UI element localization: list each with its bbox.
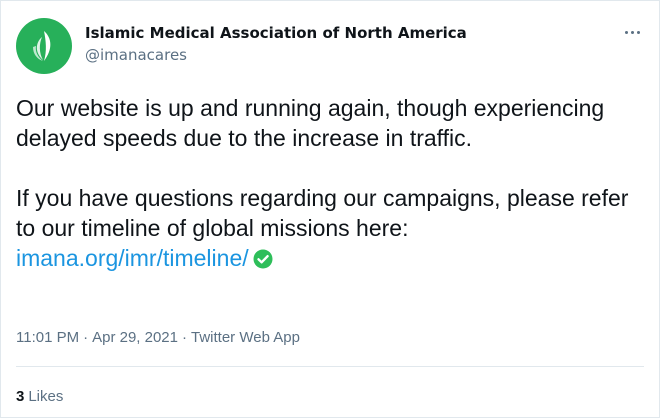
tweet-metadata: 11:01 PM · Apr 29, 2021 · Twitter Web App — [16, 328, 300, 348]
author-names: Islamic Medical Association of North Ame… — [85, 23, 467, 65]
avatar[interactable] — [16, 18, 72, 74]
imana-flame-logo-icon — [33, 31, 51, 61]
tweet-date[interactable]: Apr 29, 2021 — [92, 329, 178, 346]
likes-count: 3 — [16, 388, 25, 405]
author-display-name[interactable]: Islamic Medical Association of North Ame… — [85, 23, 467, 43]
tweet-text: Our website is up and running again, tho… — [16, 93, 651, 273]
author-handle[interactable]: @imanacares — [85, 45, 467, 65]
more-dot — [636, 30, 640, 34]
divider — [16, 366, 644, 367]
tweet-header: Islamic Medical Association of North Ame… — [16, 18, 644, 74]
tweet-paragraph-2: If you have questions regarding our camp… — [16, 183, 651, 273]
check-mark-button-icon — [253, 249, 273, 269]
tweet-time[interactable]: 11:01 PM — [16, 329, 79, 346]
tweet-paragraph-2-text: If you have questions regarding our camp… — [16, 185, 629, 241]
meta-separator: · — [182, 329, 187, 346]
meta-separator: · — [83, 329, 89, 346]
tweet-card: Islamic Medical Association of North Ame… — [0, 0, 660, 418]
likes-label: Likes — [28, 388, 64, 405]
tweet-source-app[interactable]: Twitter Web App — [191, 329, 300, 346]
more-options-icon[interactable] — [620, 22, 644, 42]
timeline-link[interactable]: imana.org/imr/timeline/ — [16, 245, 249, 271]
likes-stat[interactable]: 3 Likes — [16, 387, 63, 407]
more-dot — [624, 30, 628, 34]
more-dot — [630, 30, 634, 34]
tweet-paragraph-1: Our website is up and running again, tho… — [16, 95, 605, 151]
